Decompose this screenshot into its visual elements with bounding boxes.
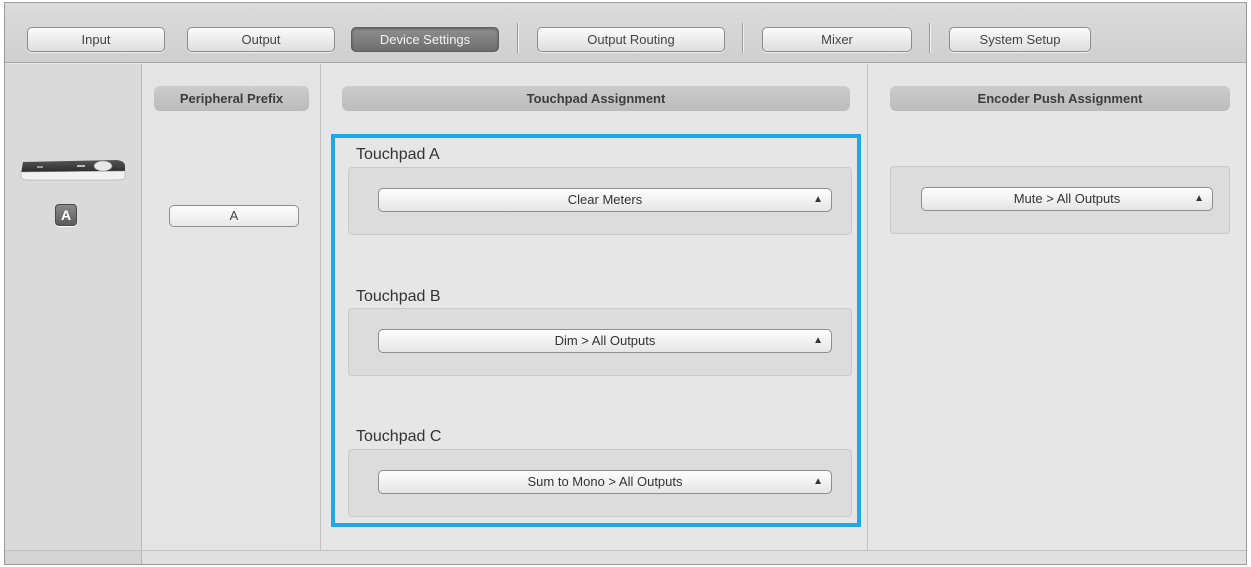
app-window: Input Output Device Settings Output Rout… [4, 2, 1247, 565]
tab-bar: Input Output Device Settings Output Rout… [5, 3, 1246, 63]
updown-arrows-icon: ▲ [813, 194, 823, 205]
tab-input[interactable]: Input [27, 27, 165, 52]
touchpad-header: Touchpad Assignment [342, 86, 850, 111]
tab-device-settings[interactable]: Device Settings [351, 27, 499, 52]
touchpad-c-value: Sum to Mono > All Outputs [527, 474, 683, 489]
touchpad-a-label: Touchpad A [356, 146, 440, 163]
touchpad-column: Touchpad Assignment Touchpad A Clear Met… [322, 64, 868, 550]
touchpad-a-panel: Clear Meters ▲ [348, 167, 852, 235]
tab-separator [929, 23, 930, 53]
updown-arrows-icon: ▲ [813, 335, 823, 346]
encoder-panel: Mute > All Outputs ▲ [890, 166, 1230, 234]
touchpad-a-select[interactable]: Clear Meters ▲ [378, 188, 832, 212]
tab-mixer[interactable]: Mixer [762, 27, 912, 52]
device-column: A [5, 64, 142, 550]
touchpad-c-panel: Sum to Mono > All Outputs ▲ [348, 449, 852, 517]
touchpad-highlight-frame: Touchpad A Clear Meters ▲ Touchpad B Dim… [331, 134, 861, 527]
encoder-header: Encoder Push Assignment [890, 86, 1230, 111]
touchpad-c-select[interactable]: Sum to Mono > All Outputs ▲ [378, 470, 832, 494]
tab-separator [742, 23, 743, 53]
peripheral-prefix-field[interactable]: A [169, 205, 299, 227]
touchpad-b-value: Dim > All Outputs [554, 333, 656, 348]
touchpad-a-value: Clear Meters [567, 192, 643, 207]
touchpad-c-label: Touchpad C [356, 428, 442, 445]
updown-arrows-icon: ▲ [813, 476, 823, 487]
tab-separator [517, 23, 518, 53]
control-surface-icon[interactable] [17, 152, 129, 182]
touchpad-b-label: Touchpad B [356, 288, 441, 305]
updown-arrows-icon: ▲ [1194, 193, 1204, 204]
touchpad-b-select[interactable]: Dim > All Outputs ▲ [378, 329, 832, 353]
device-badge[interactable]: A [55, 204, 77, 226]
encoder-push-select[interactable]: Mute > All Outputs ▲ [921, 187, 1213, 211]
touchpad-b-panel: Dim > All Outputs ▲ [348, 308, 852, 376]
prefix-header: Peripheral Prefix [154, 86, 309, 111]
bottom-strip [5, 550, 1246, 564]
encoder-push-value: Mute > All Outputs [1013, 191, 1121, 206]
bottom-strip-device-segment [5, 551, 142, 564]
encoder-column: Encoder Push Assignment Mute > All Outpu… [869, 64, 1246, 550]
prefix-column: Peripheral Prefix A [143, 64, 321, 550]
tab-system-setup[interactable]: System Setup [949, 27, 1091, 52]
tab-output-routing[interactable]: Output Routing [537, 27, 725, 52]
tab-output[interactable]: Output [187, 27, 335, 52]
